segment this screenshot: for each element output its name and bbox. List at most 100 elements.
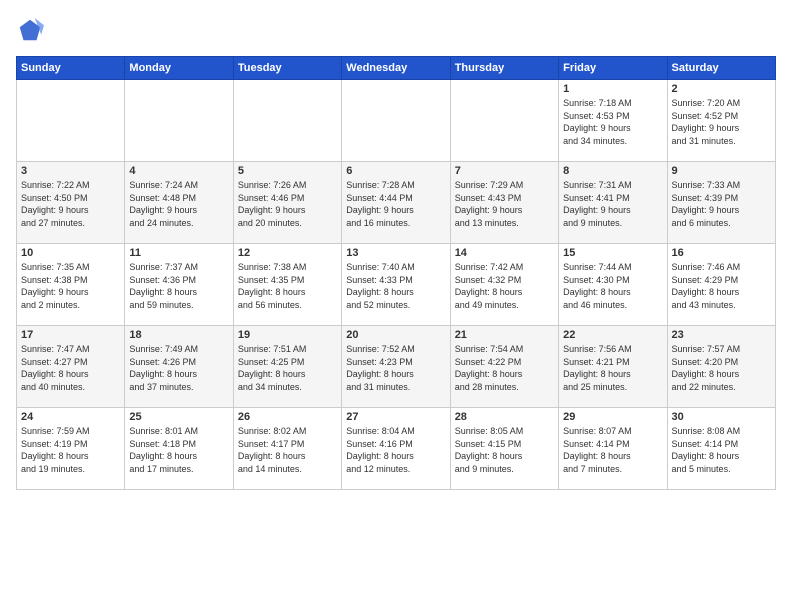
calendar-cell: 7 Sunrise: 7:29 AM Sunset: 4:43 PM Daylig… bbox=[450, 162, 558, 244]
calendar-cell: 9 Sunrise: 7:33 AM Sunset: 4:39 PM Daylig… bbox=[667, 162, 775, 244]
calendar-cell: 18 Sunrise: 7:49 AM Sunset: 4:26 PM Dayli… bbox=[125, 326, 233, 408]
weekday-header: Sunday bbox=[17, 57, 125, 80]
calendar-cell: 12Sunrise: 7:38 AM Sunset: 4:35 PM Dayli… bbox=[233, 244, 341, 326]
calendar-cell: 6Sunrise: 7:28 AM Sunset: 4:44 PM Daylig… bbox=[342, 162, 450, 244]
day-info: Sunrise: 7:35 AM Sunset: 4:38 PM Dayligh… bbox=[21, 261, 120, 311]
calendar-cell: 2 Sunrise: 7:20 AM Sunset: 4:52 PM Daylig… bbox=[667, 80, 775, 162]
day-number: 27 bbox=[346, 411, 445, 423]
calendar-cell: 11 Sunrise: 7:37 AM Sunset: 4:36 PM Dayli… bbox=[125, 244, 233, 326]
day-number: 2 bbox=[672, 83, 771, 95]
calendar-cell: 8 Sunrise: 7:31 AM Sunset: 4:41 PM Daylig… bbox=[559, 162, 667, 244]
calendar-table: SundayMondayTuesdayWednesdayThursdayFrid… bbox=[16, 56, 776, 490]
day-info: Sunrise: 8:08 AM Sunset: 4:14 PM Dayligh… bbox=[672, 425, 771, 475]
day-number: 10 bbox=[21, 247, 120, 259]
calendar-cell: 25 Sunrise: 8:01 AM Sunset: 4:18 PM Dayli… bbox=[125, 408, 233, 490]
day-number: 13 bbox=[346, 247, 445, 259]
day-number: 15 bbox=[563, 247, 662, 259]
calendar-cell: 28 Sunrise: 8:05 AM Sunset: 4:15 PM Dayli… bbox=[450, 408, 558, 490]
day-number: 28 bbox=[455, 411, 554, 423]
logo bbox=[16, 16, 48, 44]
day-info: Sunrise: 7:33 AM Sunset: 4:39 PM Dayligh… bbox=[672, 179, 771, 229]
day-info: Sunrise: 7:40 AM Sunset: 4:33 PM Dayligh… bbox=[346, 261, 445, 311]
day-info: Sunrise: 7:18 AM Sunset: 4:53 PM Dayligh… bbox=[563, 97, 662, 147]
day-number: 17 bbox=[21, 329, 120, 341]
day-number: 8 bbox=[563, 165, 662, 177]
day-number: 20 bbox=[346, 329, 445, 341]
day-info: Sunrise: 7:31 AM Sunset: 4:41 PM Dayligh… bbox=[563, 179, 662, 229]
calendar-cell: 27 Sunrise: 8:04 AM Sunset: 4:16 PM Dayli… bbox=[342, 408, 450, 490]
calendar-cell: 21 Sunrise: 7:54 AM Sunset: 4:22 PM Dayli… bbox=[450, 326, 558, 408]
day-info: Sunrise: 7:52 AM Sunset: 4:23 PM Dayligh… bbox=[346, 343, 445, 393]
calendar-week: 3Sunrise: 7:22 AM Sunset: 4:50 PM Daylig… bbox=[17, 162, 776, 244]
day-number: 14 bbox=[455, 247, 554, 259]
weekday-header: Friday bbox=[559, 57, 667, 80]
day-info: Sunrise: 7:46 AM Sunset: 4:29 PM Dayligh… bbox=[672, 261, 771, 311]
day-info: Sunrise: 7:56 AM Sunset: 4:21 PM Dayligh… bbox=[563, 343, 662, 393]
day-info: Sunrise: 7:47 AM Sunset: 4:27 PM Dayligh… bbox=[21, 343, 120, 393]
day-info: Sunrise: 7:28 AM Sunset: 4:44 PM Dayligh… bbox=[346, 179, 445, 229]
day-info: Sunrise: 7:54 AM Sunset: 4:22 PM Dayligh… bbox=[455, 343, 554, 393]
day-info: Sunrise: 8:05 AM Sunset: 4:15 PM Dayligh… bbox=[455, 425, 554, 475]
day-number: 25 bbox=[129, 411, 228, 423]
day-number: 11 bbox=[129, 247, 228, 259]
weekday-header: Tuesday bbox=[233, 57, 341, 80]
weekday-header: Monday bbox=[125, 57, 233, 80]
day-info: Sunrise: 7:44 AM Sunset: 4:30 PM Dayligh… bbox=[563, 261, 662, 311]
calendar-cell bbox=[342, 80, 450, 162]
day-info: Sunrise: 8:02 AM Sunset: 4:17 PM Dayligh… bbox=[238, 425, 337, 475]
day-info: Sunrise: 8:07 AM Sunset: 4:14 PM Dayligh… bbox=[563, 425, 662, 475]
day-info: Sunrise: 7:22 AM Sunset: 4:50 PM Dayligh… bbox=[21, 179, 120, 229]
calendar-week: 10 Sunrise: 7:35 AM Sunset: 4:38 PM Dayli… bbox=[17, 244, 776, 326]
day-number: 18 bbox=[129, 329, 228, 341]
day-info: Sunrise: 7:37 AM Sunset: 4:36 PM Dayligh… bbox=[129, 261, 228, 311]
calendar-cell: 13 Sunrise: 7:40 AM Sunset: 4:33 PM Dayli… bbox=[342, 244, 450, 326]
day-info: Sunrise: 7:51 AM Sunset: 4:25 PM Dayligh… bbox=[238, 343, 337, 393]
weekday-header: Thursday bbox=[450, 57, 558, 80]
logo-icon bbox=[16, 16, 44, 44]
calendar-cell: 24Sunrise: 7:59 AM Sunset: 4:19 PM Dayli… bbox=[17, 408, 125, 490]
calendar-cell: 15 Sunrise: 7:44 AM Sunset: 4:30 PM Dayli… bbox=[559, 244, 667, 326]
day-number: 9 bbox=[672, 165, 771, 177]
calendar-cell: 19 Sunrise: 7:51 AM Sunset: 4:25 PM Dayli… bbox=[233, 326, 341, 408]
weekday-header: Saturday bbox=[667, 57, 775, 80]
calendar-cell: 22 Sunrise: 7:56 AM Sunset: 4:21 PM Dayli… bbox=[559, 326, 667, 408]
calendar-cell: 4 Sunrise: 7:24 AM Sunset: 4:48 PM Daylig… bbox=[125, 162, 233, 244]
day-number: 12 bbox=[238, 247, 337, 259]
calendar-cell: 26 Sunrise: 8:02 AM Sunset: 4:17 PM Dayli… bbox=[233, 408, 341, 490]
day-number: 26 bbox=[238, 411, 337, 423]
calendar-cell bbox=[233, 80, 341, 162]
day-info: Sunrise: 8:01 AM Sunset: 4:18 PM Dayligh… bbox=[129, 425, 228, 475]
calendar-cell bbox=[17, 80, 125, 162]
day-info: Sunrise: 8:04 AM Sunset: 4:16 PM Dayligh… bbox=[346, 425, 445, 475]
calendar-cell: 30 Sunrise: 8:08 AM Sunset: 4:14 PM Dayli… bbox=[667, 408, 775, 490]
calendar-cell: 29Sunrise: 8:07 AM Sunset: 4:14 PM Dayli… bbox=[559, 408, 667, 490]
calendar-cell: 17 Sunrise: 7:47 AM Sunset: 4:27 PM Dayli… bbox=[17, 326, 125, 408]
calendar-body: 1Sunrise: 7:18 AM Sunset: 4:53 PM Daylig… bbox=[17, 80, 776, 490]
calendar-cell: 5 Sunrise: 7:26 AM Sunset: 4:46 PM Daylig… bbox=[233, 162, 341, 244]
day-number: 22 bbox=[563, 329, 662, 341]
day-number: 21 bbox=[455, 329, 554, 341]
day-number: 23 bbox=[672, 329, 771, 341]
calendar-cell: 1Sunrise: 7:18 AM Sunset: 4:53 PM Daylig… bbox=[559, 80, 667, 162]
day-number: 24 bbox=[21, 411, 120, 423]
page-header bbox=[16, 16, 776, 44]
day-info: Sunrise: 7:24 AM Sunset: 4:48 PM Dayligh… bbox=[129, 179, 228, 229]
calendar-week: 1Sunrise: 7:18 AM Sunset: 4:53 PM Daylig… bbox=[17, 80, 776, 162]
day-info: Sunrise: 7:42 AM Sunset: 4:32 PM Dayligh… bbox=[455, 261, 554, 311]
calendar-cell: 3Sunrise: 7:22 AM Sunset: 4:50 PM Daylig… bbox=[17, 162, 125, 244]
day-number: 16 bbox=[672, 247, 771, 259]
calendar-cell: 14 Sunrise: 7:42 AM Sunset: 4:32 PM Dayli… bbox=[450, 244, 558, 326]
day-number: 7 bbox=[455, 165, 554, 177]
calendar-cell: 10 Sunrise: 7:35 AM Sunset: 4:38 PM Dayli… bbox=[17, 244, 125, 326]
day-info: Sunrise: 7:20 AM Sunset: 4:52 PM Dayligh… bbox=[672, 97, 771, 147]
day-number: 5 bbox=[238, 165, 337, 177]
day-number: 30 bbox=[672, 411, 771, 423]
calendar-cell: 23Sunrise: 7:57 AM Sunset: 4:20 PM Dayli… bbox=[667, 326, 775, 408]
day-number: 4 bbox=[129, 165, 228, 177]
day-number: 19 bbox=[238, 329, 337, 341]
day-info: Sunrise: 7:29 AM Sunset: 4:43 PM Dayligh… bbox=[455, 179, 554, 229]
calendar-cell bbox=[450, 80, 558, 162]
day-info: Sunrise: 7:49 AM Sunset: 4:26 PM Dayligh… bbox=[129, 343, 228, 393]
weekday-header: Wednesday bbox=[342, 57, 450, 80]
day-info: Sunrise: 7:26 AM Sunset: 4:46 PM Dayligh… bbox=[238, 179, 337, 229]
